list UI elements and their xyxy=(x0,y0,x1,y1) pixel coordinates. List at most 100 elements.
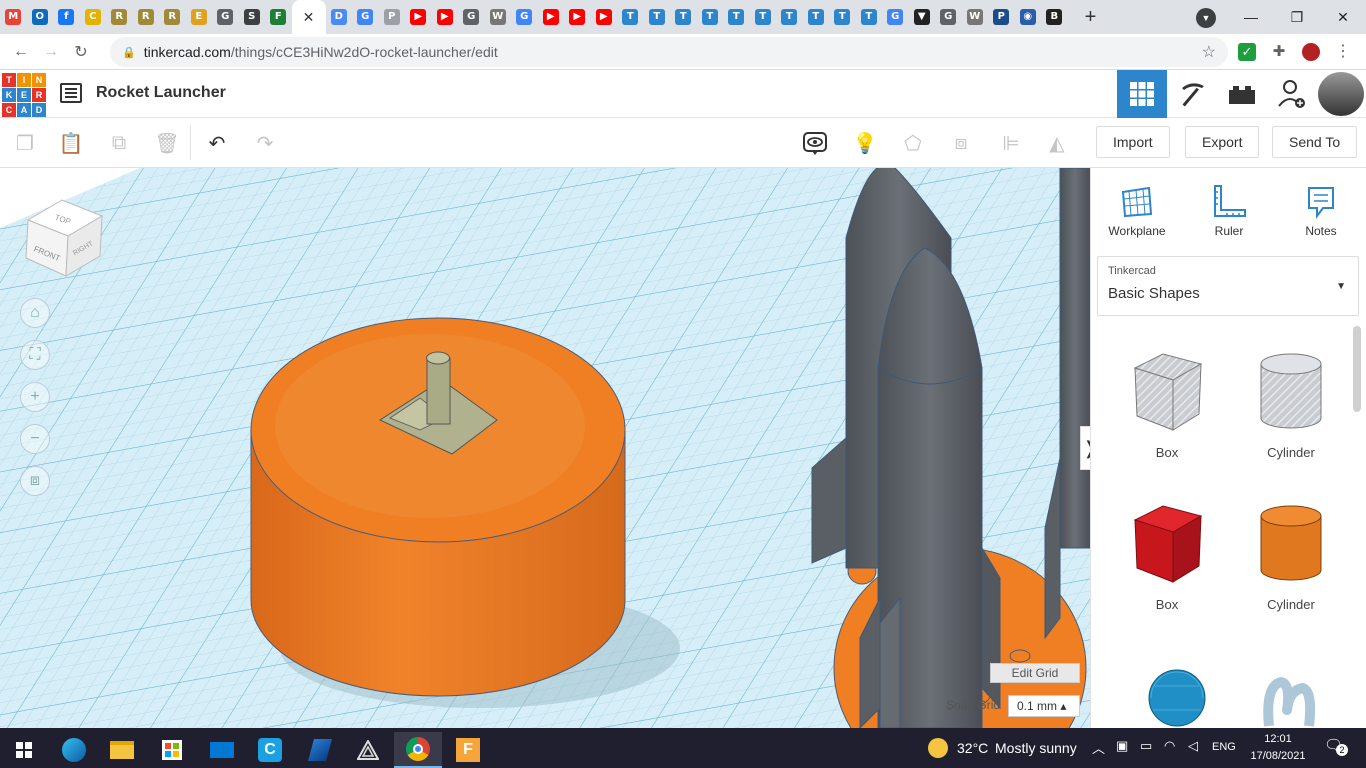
browser-tab[interactable]: T xyxy=(723,0,750,34)
browser-tab[interactable]: O xyxy=(27,0,54,34)
volume-icon[interactable]: ◁ xyxy=(1188,738,1198,754)
restore-icon[interactable]: ❐ xyxy=(1274,0,1320,34)
mail-taskbar-button[interactable] xyxy=(198,732,246,768)
meet-icon[interactable]: ▣ xyxy=(1116,738,1128,754)
design-list-icon[interactable] xyxy=(60,83,82,103)
align-icon[interactable]: ⊫ xyxy=(996,128,1026,158)
tray-chevron-icon[interactable]: ︿ xyxy=(1092,738,1105,757)
browser-tab[interactable]: T xyxy=(617,0,644,34)
new-tab-button[interactable]: + xyxy=(1076,6,1106,29)
browser-tab[interactable]: T xyxy=(697,0,724,34)
edge-taskbar-button[interactable] xyxy=(50,732,98,768)
browser-tab[interactable]: ▶ xyxy=(538,0,565,34)
language-indicator[interactable]: ENG xyxy=(1212,741,1236,753)
shape-hole-cylinder[interactable]: Cylinder xyxy=(1241,348,1341,460)
browser-tab[interactable]: T xyxy=(803,0,830,34)
perspective-icon[interactable]: ⧈ xyxy=(20,466,50,496)
extensions-puzzle-icon[interactable]: ✚ xyxy=(1270,43,1288,61)
ruler-tool[interactable]: Ruler xyxy=(1189,180,1269,238)
browser-tab[interactable]: E xyxy=(186,0,213,34)
app-taskbar-button[interactable] xyxy=(296,732,344,768)
tab-search-icon[interactable]: ▼ xyxy=(1196,8,1216,28)
browser-tab[interactable]: G xyxy=(511,0,538,34)
fit-view-icon[interactable]: ⛶ xyxy=(20,340,50,370)
browser-tab[interactable]: ▼ xyxy=(909,0,936,34)
bookmark-star-icon[interactable]: ☆ xyxy=(1202,42,1216,62)
browser-tab[interactable]: ◉ xyxy=(1015,0,1042,34)
3d-view-button[interactable] xyxy=(1117,70,1167,118)
browser-tab[interactable]: P xyxy=(379,0,406,34)
workplane-tool[interactable]: Workplane xyxy=(1097,180,1177,238)
browser-tab[interactable]: P xyxy=(988,0,1015,34)
shape-library-select[interactable]: Tinkercad Basic Shapes ▼ xyxy=(1097,256,1359,316)
store-taskbar-button[interactable] xyxy=(148,732,196,768)
home-view-icon[interactable]: ⌂ xyxy=(20,298,50,328)
shape-scribble[interactable] xyxy=(1241,666,1341,728)
forward-icon[interactable]: → xyxy=(36,43,66,61)
browser-tab[interactable]: T xyxy=(750,0,777,34)
fusion-taskbar-button[interactable]: F xyxy=(444,732,492,768)
browser-tab[interactable]: ▶ xyxy=(432,0,459,34)
invite-user-button[interactable] xyxy=(1267,70,1317,118)
wifi-icon[interactable]: ◠ xyxy=(1164,738,1175,754)
shape-hole-box[interactable]: Box xyxy=(1117,348,1217,460)
3d-workplane[interactable]: TOP FRONT RIGHT ⌂ ⛶ + − ⧈ Edit Grid Snap… xyxy=(0,168,1090,728)
browser-tab[interactable]: D xyxy=(326,0,353,34)
browser-tab[interactable]: R xyxy=(159,0,186,34)
browser-tab[interactable]: T xyxy=(776,0,803,34)
browser-tab[interactable]: T xyxy=(670,0,697,34)
import-button[interactable]: Import xyxy=(1096,126,1170,158)
url-bar[interactable]: 🔒 tinkercad.com/things/cCE3HiNw2dO-rocke… xyxy=(110,37,1228,67)
lightbulb-icon[interactable]: 💡 xyxy=(850,128,880,158)
export-button[interactable]: Export xyxy=(1185,126,1260,158)
duplicate-icon[interactable]: ⧉ xyxy=(104,128,134,158)
browser-tab[interactable]: R xyxy=(133,0,160,34)
browser-tab[interactable]: R xyxy=(106,0,133,34)
snap-grid-select[interactable]: 0.1 mm ▴ xyxy=(1008,695,1080,717)
send-to-button[interactable]: Send To xyxy=(1272,126,1358,158)
start-button[interactable] xyxy=(0,732,48,768)
browser-tab[interactable]: W xyxy=(962,0,989,34)
panel-scrollbar[interactable] xyxy=(1353,326,1361,412)
notes-tool[interactable]: Notes xyxy=(1281,180,1361,238)
group-icon[interactable]: ⧈ xyxy=(946,128,976,158)
clock[interactable]: 12:01 17/08/2021 xyxy=(1248,731,1308,765)
mirror-icon[interactable]: ◭ xyxy=(1042,128,1072,158)
note-shape-icon[interactable]: ⬠ xyxy=(898,128,928,158)
shape-cylinder[interactable]: Cylinder xyxy=(1241,500,1341,612)
blocks-button[interactable] xyxy=(1167,70,1217,118)
edit-grid-button[interactable]: Edit Grid xyxy=(990,663,1080,683)
battery-icon[interactable]: ▭ xyxy=(1140,738,1152,754)
reload-icon[interactable]: ↻ xyxy=(66,42,96,62)
browser-tab[interactable]: G xyxy=(882,0,909,34)
undo-icon[interactable]: ↶ xyxy=(202,128,232,158)
profile-avatar-icon[interactable] xyxy=(1302,43,1320,61)
browser-tab[interactable]: C xyxy=(80,0,107,34)
browser-tab[interactable]: T xyxy=(829,0,856,34)
active-tab[interactable]: ✕ xyxy=(291,0,326,34)
browser-tab[interactable]: ▶ xyxy=(564,0,591,34)
chrome-menu-icon[interactable]: ⋮ xyxy=(1334,43,1352,61)
browser-tab[interactable]: S xyxy=(239,0,266,34)
browser-tab[interactable]: M xyxy=(0,0,27,34)
browser-tab[interactable]: T xyxy=(856,0,883,34)
back-icon[interactable]: ← xyxy=(6,43,36,61)
cortana-taskbar-button[interactable]: C xyxy=(246,732,294,768)
copy-icon[interactable]: ❐ xyxy=(10,128,40,158)
browser-tab[interactable]: ▶ xyxy=(591,0,618,34)
weather-sun-icon[interactable] xyxy=(928,738,948,758)
close-window-icon[interactable]: ✕ xyxy=(1320,0,1366,34)
browser-tab[interactable]: f xyxy=(53,0,80,34)
weather-temp[interactable]: 32°C xyxy=(957,740,988,756)
bricks-button[interactable] xyxy=(1217,70,1267,118)
shape-sphere[interactable] xyxy=(1117,656,1217,728)
view-cube[interactable]: TOP FRONT RIGHT xyxy=(22,198,104,280)
redo-icon[interactable]: ↷ xyxy=(250,128,280,158)
project-title[interactable]: Rocket Launcher xyxy=(96,84,226,102)
delete-icon[interactable]: 🗑 xyxy=(152,128,182,158)
browser-tab[interactable]: T xyxy=(644,0,671,34)
paste-icon[interactable]: 📋 xyxy=(56,128,86,158)
zoom-out-icon[interactable]: − xyxy=(20,424,50,454)
checkmark-extension-icon[interactable]: ✓ xyxy=(1238,43,1256,61)
notifications-icon[interactable]: 🗨 2 xyxy=(1324,736,1348,760)
